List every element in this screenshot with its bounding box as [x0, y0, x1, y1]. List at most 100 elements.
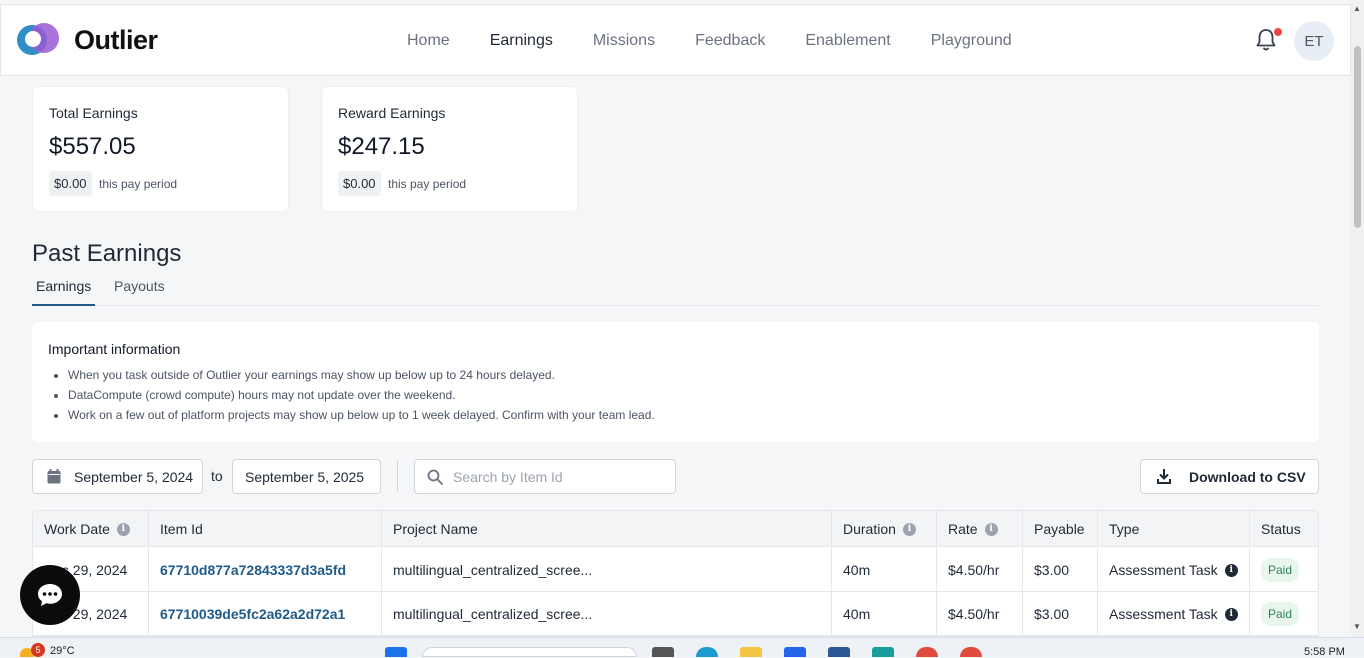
nav-feedback[interactable]: Feedback	[695, 32, 765, 50]
col-payable: Payable	[1023, 511, 1098, 547]
info-icon[interactable]: i	[984, 522, 998, 536]
search-input[interactable]	[453, 468, 653, 485]
card-title: Reward Earnings	[338, 105, 446, 121]
type-cell: Assessment Task i	[1098, 548, 1250, 592]
card-amount: $247.15	[338, 133, 425, 160]
page-title: Past Earnings	[32, 240, 182, 267]
status-cell: Paid	[1250, 592, 1318, 636]
list-item: When you task outside of Outlier your ea…	[68, 368, 655, 388]
list-item: Work on a few out of platform projects m…	[68, 408, 655, 428]
to-label: to	[211, 468, 223, 484]
status-cell: Paid	[1250, 548, 1318, 592]
project-name-cell: multilingual_centralized_scree...	[382, 548, 832, 592]
windows-start-icon[interactable]	[385, 647, 407, 657]
list-item: DataCompute (crowd compute) hours may no…	[68, 388, 655, 408]
end-date-value: September 5, 2025	[245, 468, 365, 485]
end-date-picker[interactable]: September 5, 2025	[232, 459, 381, 494]
table-row[interactable]: Dec 29, 2024 67710d877a72843337d3a5fd mu…	[33, 548, 1318, 592]
col-item-id: Item Id	[149, 511, 382, 547]
total-earnings-card: Total Earnings $557.05 $0.00 this pay pe…	[32, 86, 289, 212]
project-name-cell: multilingual_centralized_scree...	[382, 592, 832, 636]
info-list: When you task outside of Outlier your ea…	[68, 368, 655, 428]
info-icon[interactable]: i	[1224, 563, 1238, 577]
type-cell: Assessment Task i	[1098, 592, 1250, 636]
nav-playground[interactable]: Playground	[931, 32, 1012, 50]
duration-cell: 40m	[832, 548, 937, 592]
temperature-label[interactable]: 29°C	[50, 645, 75, 657]
download-icon	[1157, 469, 1171, 484]
outlier-logo[interactable]: Outlier	[17, 23, 158, 57]
start-date-value: September 5, 2024	[74, 468, 194, 485]
type-label: Assessment Task	[1109, 606, 1218, 622]
col-duration: Duration i	[832, 511, 937, 547]
col-label: Type	[1109, 521, 1140, 537]
card-title: Total Earnings	[49, 105, 138, 121]
nav-missions[interactable]: Missions	[593, 32, 655, 50]
important-information-box: Important information When you task outs…	[32, 322, 1319, 442]
avatar[interactable]: ET	[1294, 21, 1334, 61]
chat-bubble-icon	[38, 584, 62, 606]
status-badge: Paid	[1261, 602, 1300, 626]
payable-cell: $3.00	[1023, 592, 1098, 636]
notification-dot	[1274, 28, 1282, 36]
info-icon[interactable]: i	[1224, 607, 1238, 621]
search-icon	[427, 469, 443, 485]
nav-home[interactable]: Home	[407, 32, 450, 50]
tab-earnings[interactable]: Earnings	[32, 278, 96, 306]
info-icon[interactable]: i	[902, 522, 916, 536]
payable-cell: $3.00	[1023, 548, 1098, 592]
download-csv-button[interactable]: Download to CSV	[1140, 459, 1319, 494]
type-label: Assessment Task	[1109, 562, 1218, 578]
rate-cell: $4.50/hr	[937, 548, 1023, 592]
app-icon[interactable]	[872, 647, 894, 657]
col-label: Work Date	[44, 521, 110, 537]
col-type: Type	[1098, 511, 1250, 547]
scroll-thumb[interactable]	[1354, 46, 1361, 228]
period-label: this pay period	[99, 177, 178, 191]
col-status: Status	[1250, 511, 1318, 547]
store-icon[interactable]	[784, 647, 806, 657]
nav-enablement[interactable]: Enablement	[805, 32, 890, 50]
chat-button[interactable]	[20, 565, 80, 625]
info-title: Important information	[48, 341, 181, 357]
page-scrollbar[interactable]: ▲ ▼	[1351, 0, 1364, 637]
scroll-up-icon[interactable]: ▲	[1353, 4, 1361, 13]
col-label: Duration	[843, 521, 896, 537]
outlook-icon[interactable]	[828, 647, 850, 657]
reward-earnings-card: Reward Earnings $247.15 $0.00 this pay p…	[321, 86, 578, 212]
main-nav: Home Earnings Missions Feedback Enableme…	[407, 32, 1052, 50]
start-date-picker[interactable]: September 5, 2024	[32, 459, 203, 494]
calendar-icon	[47, 469, 61, 484]
col-label: Item Id	[160, 521, 203, 537]
app-name: Outlier	[74, 24, 158, 55]
taskbar-search-box[interactable]	[422, 647, 637, 657]
info-icon[interactable]: i	[116, 522, 130, 536]
os-taskbar	[0, 637, 1364, 657]
outlier-logo-icon	[17, 23, 61, 57]
file-explorer-icon[interactable]	[740, 647, 762, 657]
col-rate: Rate i	[937, 511, 1023, 547]
weather-badge: 5	[31, 643, 45, 657]
top-navigation-bar: Outlier Home Earnings Missions Feedback …	[0, 4, 1351, 76]
col-label: Payable	[1034, 521, 1085, 537]
item-id-link[interactable]: 67710039de5fc2a62a2d72a1	[149, 592, 382, 636]
earnings-table: Work Date i Item Id Project Name Duration…	[32, 510, 1319, 637]
duration-cell: 40m	[832, 592, 937, 636]
period-amount: $0.00	[49, 171, 92, 196]
period-label: this pay period	[388, 177, 467, 191]
col-label: Rate	[948, 521, 978, 537]
rate-cell: $4.50/hr	[937, 592, 1023, 636]
card-amount: $557.05	[49, 133, 136, 160]
tab-payouts[interactable]: Payouts	[110, 278, 169, 306]
status-badge: Paid	[1261, 558, 1300, 582]
scroll-down-icon[interactable]: ▼	[1353, 622, 1361, 631]
table-header: Work Date i Item Id Project Name Duration…	[33, 511, 1318, 547]
table-row[interactable]: Dec 29, 2024 67710039de5fc2a62a2d72a1 mu…	[33, 592, 1318, 636]
item-id-link[interactable]: 67710d877a72843337d3a5fd	[149, 548, 382, 592]
nav-earnings[interactable]: Earnings	[490, 32, 553, 50]
col-label: Status	[1261, 521, 1301, 537]
search-box[interactable]	[414, 459, 676, 494]
taskbar-clock[interactable]: 5:58 PM	[1304, 646, 1345, 658]
task-view-icon[interactable]	[652, 647, 674, 657]
filter-divider	[397, 460, 398, 492]
